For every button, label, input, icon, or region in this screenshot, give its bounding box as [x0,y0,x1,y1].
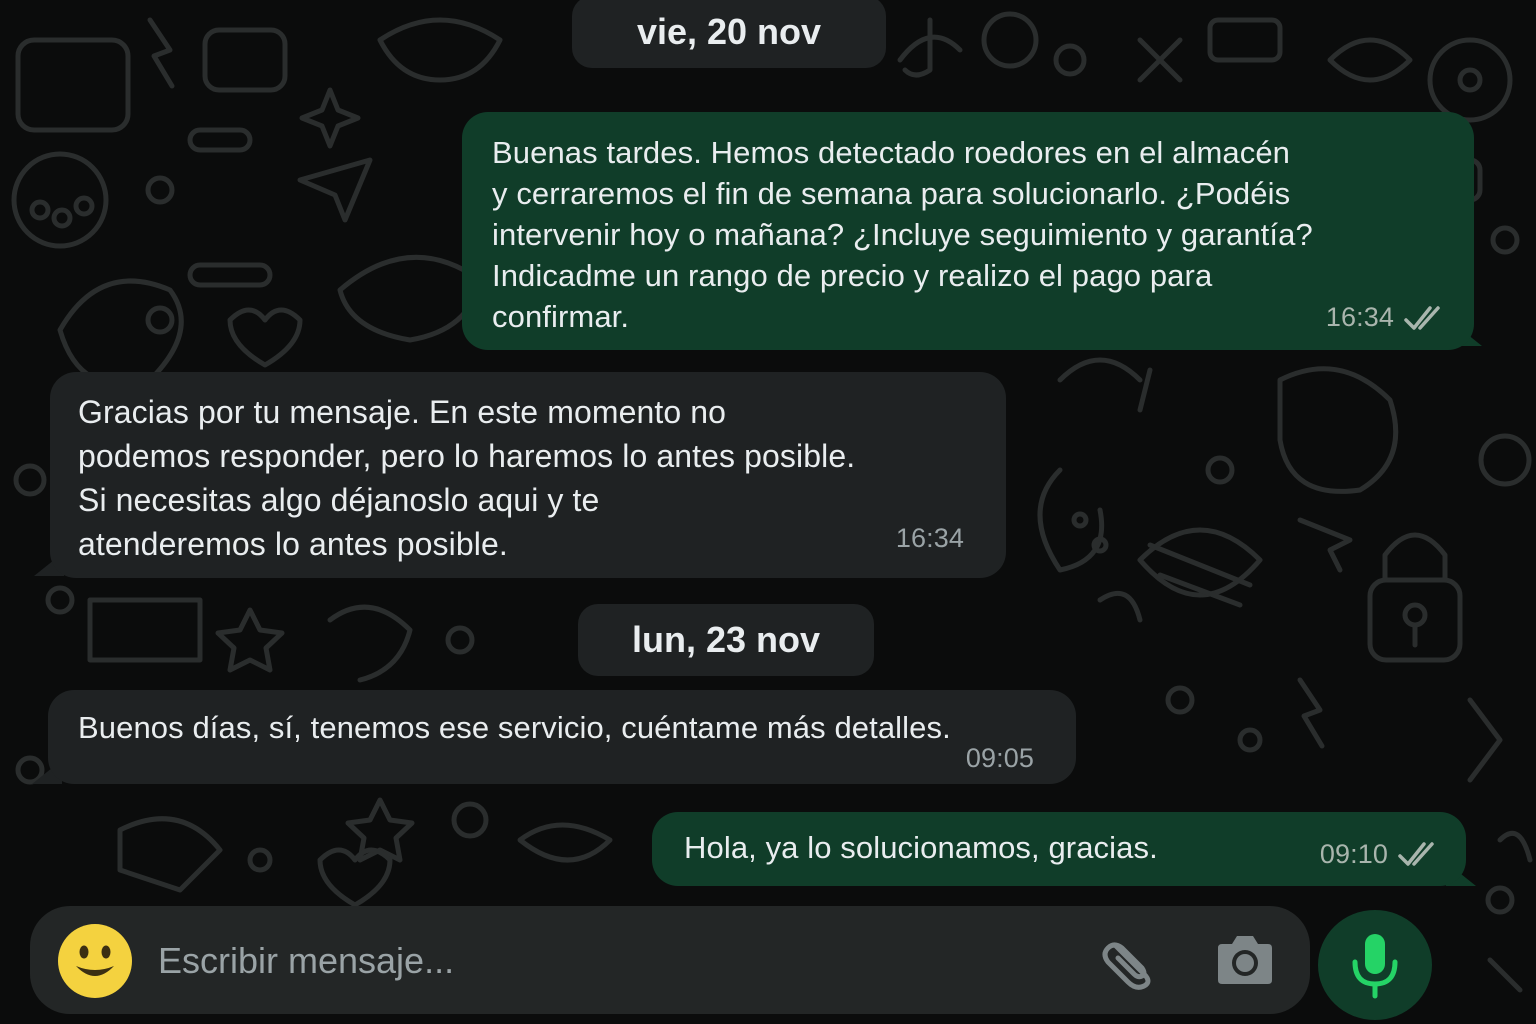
date-separator: vie, 20 nov [572,0,886,68]
smiley-icon[interactable] [58,924,132,998]
double-check-icon [1404,305,1440,330]
message-meta: 16:34 [896,516,964,560]
microphone-icon [1352,934,1398,999]
outgoing-message[interactable]: Buenas tardes. Hemos detectado roedores … [462,112,1474,350]
message-time: 16:34 [895,523,964,553]
message-meta: 09:05 [966,738,1034,778]
message-time: 09:10 [1319,839,1388,869]
camera-icon[interactable] [1212,932,1278,988]
incoming-message[interactable]: Buenos días, sí, tenemos ese servicio, c… [48,690,1076,784]
message-input[interactable] [156,930,1020,992]
message-meta: 09:10 [1320,834,1442,874]
message-text: Gracias por tu mensaje. En este momento … [78,394,856,562]
message-meta: 16:34 [1326,297,1448,338]
message-composer [30,906,1310,1014]
message-time: 16:34 [1325,302,1394,332]
double-check-icon [1398,842,1434,866]
message-text: Buenos días, sí, tenemos ese servicio, c… [78,710,951,745]
outgoing-message[interactable]: Hola, ya lo solucionamos, gracias. 09:10 [652,812,1466,886]
message-time: 09:05 [965,743,1034,773]
incoming-message[interactable]: Gracias por tu mensaje. En este momento … [50,372,1006,578]
date-separator: lun, 23 nov [578,604,874,676]
microphone-button[interactable] [1318,910,1432,1020]
message-text: Buenas tardes. Hemos detectado roedores … [492,135,1313,334]
paperclip-icon[interactable] [1098,932,1164,990]
